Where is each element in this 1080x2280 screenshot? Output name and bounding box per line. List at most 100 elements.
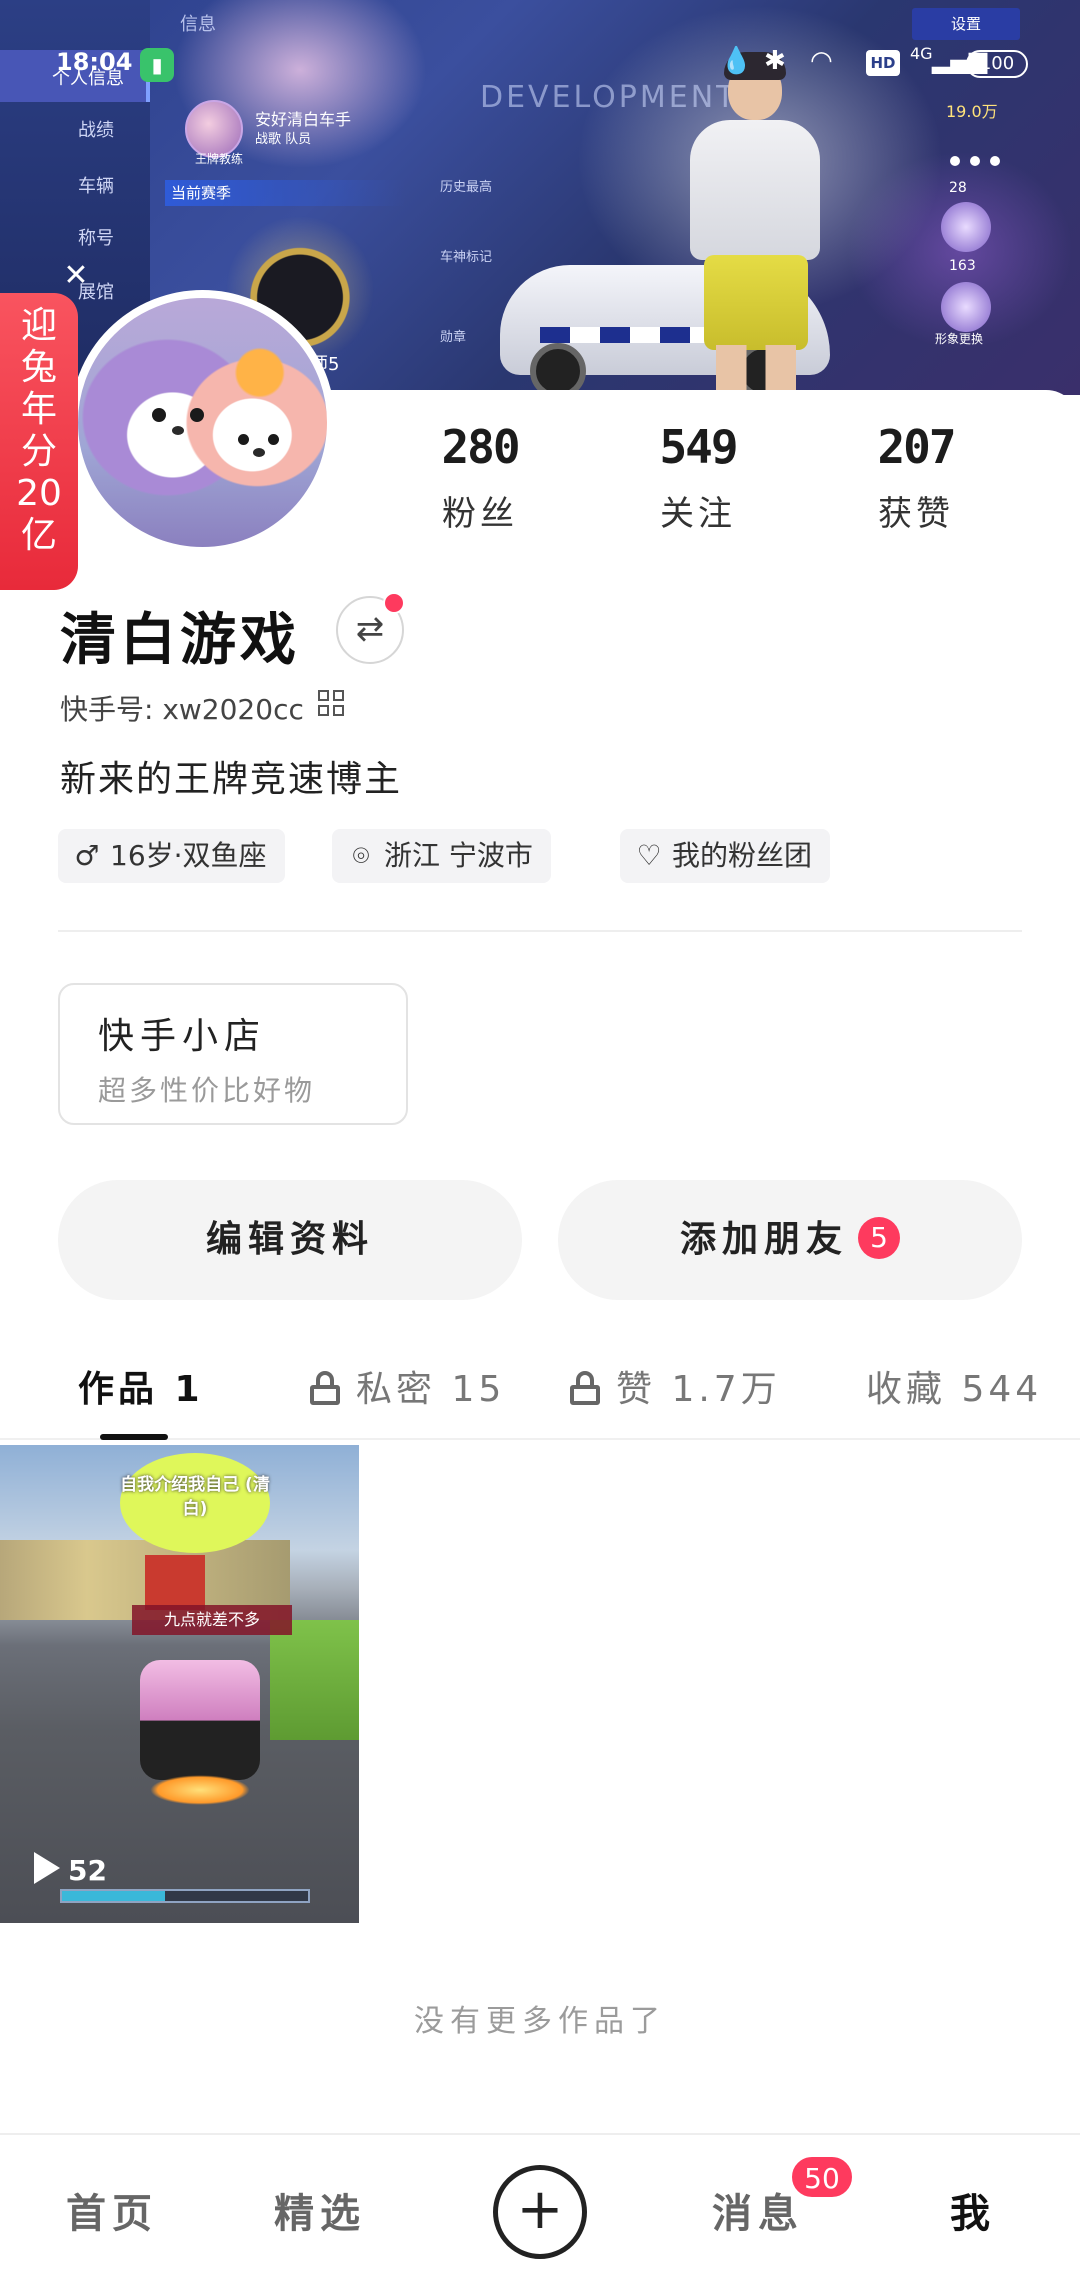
battery-icon: 100 [966, 50, 1028, 78]
qr-cell [318, 705, 329, 716]
profile-screen: 个人信息 战绩 车辆 称号 展馆 信息 安好清白车手 战歌 队员 王牌教练 DE… [0, 0, 1080, 2280]
cover-character-hoodie [690, 120, 820, 260]
nav-messages[interactable]: 消息 [712, 2181, 804, 2239]
cover-side-count: 163 [949, 258, 976, 274]
create-post-button[interactable]: + [493, 2165, 587, 2259]
network-type: 4G [910, 44, 933, 63]
status-bar: 18:04 ▮ 💧 ✱ ◠ HD 4G ▂▄▆ 100 [0, 44, 1080, 84]
bluetooth-icon: ✱ [764, 46, 786, 76]
nav-home[interactable]: 首页 [66, 2181, 158, 2239]
thumb-car [140, 1660, 260, 1780]
tab-liked[interactable]: 赞 1.7万 [570, 1360, 781, 1412]
cover-character-image [690, 52, 820, 395]
tab-works[interactable]: 作品 1 [78, 1360, 204, 1412]
profile-name: 清白游戏 [60, 608, 300, 673]
avatar-eye [152, 408, 166, 422]
tag-age-sign[interactable]: ♂ 16岁·双鱼座 [58, 829, 285, 883]
lock-icon [570, 1371, 600, 1405]
cover-sidebar-item: 车辆 [78, 176, 114, 197]
cover-history-label: 历史最高 [440, 180, 493, 195]
status-icons: 💧 ✱ ◠ HD 4G ▂▄▆ 100 [720, 44, 1040, 84]
work-video-thumbnail[interactable]: 自我介绍我自己 (清白) 九点就差不多 52 [0, 1445, 359, 1923]
stat-likes[interactable]: 207 获赞 [826, 420, 1006, 535]
battery-saver-icon: ▮ [140, 48, 174, 82]
cover-character-legs [716, 345, 796, 395]
tag-text: 16岁·双鱼座 [110, 839, 267, 872]
tag-location[interactable]: ⌾ 浙江 宁波市 [332, 829, 551, 883]
close-icon[interactable]: ✕ [58, 258, 94, 294]
nav-me[interactable]: 我 [950, 2181, 996, 2239]
thumb-progress-bar [60, 1889, 310, 1903]
location-icon: ⌾ [352, 839, 370, 872]
tag-text: 浙江 宁波市 [384, 839, 533, 872]
cover-player-rank: 王牌教练 [195, 152, 244, 166]
tab-liked-label: 赞 1.7万 [616, 1369, 781, 1410]
tab-private-label: 私密 15 [356, 1369, 506, 1410]
stat-value: 280 [441, 420, 520, 474]
cover-medal-label: 勋章 [440, 330, 467, 345]
cover-avatar-change-label: 形象更换 [935, 332, 984, 346]
thumb-caption-bubble: 自我介绍我自己 (清白) [120, 1453, 270, 1553]
add-friend-badge: 5 [858, 1217, 900, 1259]
tab-favorites[interactable]: 收藏 544 [866, 1360, 1042, 1412]
edit-profile-button[interactable]: 编辑资料 [58, 1180, 522, 1300]
stat-value: 549 [659, 420, 738, 474]
qr-cell [333, 690, 344, 701]
qr-code-icon[interactable] [318, 690, 346, 718]
thumb-exhaust-flame [150, 1775, 250, 1805]
cover-side-count: 28 [949, 180, 967, 196]
stat-following[interactable]: 549 关注 [608, 420, 788, 535]
bottom-navigation: 首页 精选 + 消息 50 我 [0, 2133, 1080, 2280]
no-more-works-text: 没有更多作品了 [414, 2004, 666, 2039]
avatar[interactable] [70, 290, 335, 555]
stat-label: 关注 [660, 494, 736, 534]
thumb-progress-fill [62, 1891, 166, 1901]
cover-side-icon [941, 282, 991, 332]
avatar-nose [172, 426, 184, 435]
profile-bio: 新来的王牌竞速博主 [60, 759, 403, 800]
avatar-nose [253, 448, 265, 457]
stat-label: 粉丝 [442, 494, 518, 534]
stat-value: 207 [877, 420, 956, 474]
avatar-eye [268, 434, 279, 445]
cover-carmark-label: 车神标记 [440, 250, 493, 265]
lock-icon [310, 1371, 340, 1405]
thumb-overlay-banner: 九点就差不多 [132, 1605, 292, 1635]
data-drop-icon: 💧 [720, 46, 753, 76]
content-tabs: 作品 1 私密 15 赞 1.7万 收藏 544 [0, 1340, 1080, 1440]
wifi-icon: ◠ [810, 46, 833, 76]
promo-char: 兔 [20, 347, 57, 388]
section-divider [58, 930, 1022, 932]
promo-char: 分 [20, 431, 57, 472]
shop-subtitle: 超多性价比好物 [98, 1074, 316, 1107]
cover-side-icon [941, 202, 991, 252]
male-icon: ♂ [74, 839, 100, 872]
cover-season-label: 当前赛季 [165, 180, 405, 206]
cover-right-icon-column: 28 163 形象更换 [935, 130, 1005, 390]
tag-fan-club[interactable]: ♡ 我的粉丝团 [620, 829, 831, 883]
cover-character-shorts [704, 255, 808, 350]
tab-private[interactable]: 私密 15 [310, 1360, 505, 1412]
add-friend-button[interactable]: 添加朋友 5 [558, 1180, 1022, 1300]
tag-text: 我的粉丝团 [672, 839, 813, 872]
switch-arrows-icon: ⇄ [355, 609, 385, 649]
notification-dot [383, 592, 405, 614]
profile-stats: 280 粉丝 549 关注 207 获赞 [390, 420, 1050, 550]
avatar-eye [190, 408, 204, 422]
cover-player-card: 安好清白车手 战歌 队员 王牌教练 [185, 100, 405, 170]
stat-followers[interactable]: 280 粉丝 [390, 420, 570, 535]
kuaishou-shop-card[interactable]: 快手小店 超多性价比好物 [58, 983, 408, 1125]
play-count: 52 [34, 1852, 107, 1887]
messages-badge: 50 [790, 2155, 854, 2199]
promo-char: 亿 [20, 515, 57, 556]
thumb-sign [145, 1555, 205, 1610]
kuaishou-id[interactable]: 快手号: xw2020cc [60, 688, 304, 728]
avatar-eye [238, 434, 249, 445]
cover-info-tab: 信息 [180, 14, 216, 35]
profile-tags: ♂ 16岁·双鱼座 ⌾ 浙江 宁波市 ♡ 我的粉丝团 [58, 829, 1058, 883]
promo-side-tab[interactable]: 迎 兔 年 分 20 亿 [0, 293, 78, 590]
cover-player-team: 战歌 队员 [255, 132, 312, 147]
play-icon [34, 1852, 60, 1884]
nav-featured[interactable]: 精选 [274, 2181, 366, 2239]
status-time: 18:04 [56, 48, 133, 76]
